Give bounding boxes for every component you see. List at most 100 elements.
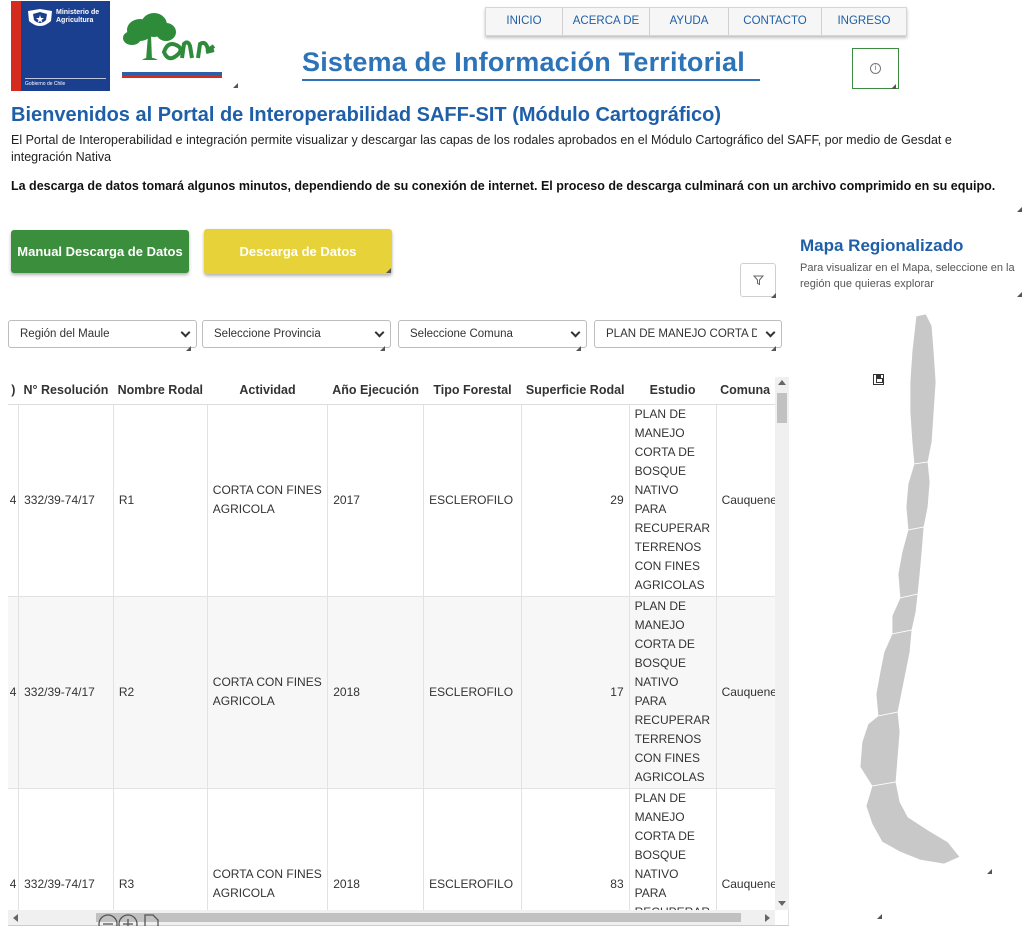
cell-actividad: CORTA CON FINES AGRICOLA bbox=[207, 596, 329, 789]
nav-contacto[interactable]: CONTACTO bbox=[729, 8, 822, 35]
map-region-south[interactable] bbox=[875, 629, 913, 717]
region-select[interactable]: Región del Maule bbox=[8, 320, 197, 348]
cell-anio: 2018 bbox=[327, 788, 425, 925]
table-row[interactable]: 4 332/39-74/17 R2 CORTA CON FINES AGRICO… bbox=[8, 596, 789, 789]
cell-rodal: R3 bbox=[113, 788, 208, 925]
nav-inicio[interactable]: INICIO bbox=[486, 8, 563, 35]
col-header[interactable]: Actividad bbox=[207, 377, 328, 405]
cell-resolucion: 332/39-74/17 bbox=[18, 404, 114, 597]
scroll-down-arrow-icon[interactable] bbox=[778, 901, 786, 906]
site-title: Sistema de Información Territorial bbox=[302, 47, 745, 77]
cell-resolucion: 332/39-74/17 bbox=[18, 788, 114, 925]
scroll-right-arrow-icon[interactable] bbox=[765, 914, 770, 922]
map-region-north[interactable] bbox=[909, 313, 937, 465]
chile-regions-map[interactable] bbox=[848, 312, 988, 882]
top-navigation: INICIO ACERCA DE AYUDA CONTACTO INGRESO bbox=[485, 7, 907, 36]
col-header[interactable]: N° Resolución bbox=[18, 377, 114, 405]
scroll-left-arrow-icon[interactable] bbox=[13, 914, 18, 922]
resize-handle bbox=[386, 268, 391, 273]
cell-actividad: CORTA CON FINES AGRICOLA bbox=[207, 404, 329, 597]
cell-id: 4 bbox=[8, 788, 20, 925]
cell-superficie: 17 bbox=[521, 596, 630, 789]
resize-handle bbox=[877, 914, 882, 919]
plan-select-value: PLAN DE MANEJO CORTA D bbox=[606, 328, 757, 340]
conaf-tree-icon bbox=[123, 13, 216, 61]
filter-button[interactable] bbox=[740, 263, 776, 297]
info-button[interactable]: i bbox=[852, 48, 899, 89]
map-region-aysen[interactable] bbox=[859, 711, 901, 787]
plan-select[interactable]: PLAN DE MANEJO CORTA D bbox=[594, 320, 782, 348]
scroll-thumb[interactable] bbox=[96, 913, 741, 922]
resize-handle bbox=[771, 346, 776, 351]
resize-handle bbox=[987, 869, 992, 874]
title-underline bbox=[302, 79, 760, 81]
nav-ingreso[interactable]: INGRESO bbox=[822, 8, 906, 35]
filter-icon bbox=[753, 275, 764, 286]
comuna-select-value: Seleccione Comuna bbox=[410, 328, 513, 340]
cell-resolucion: 332/39-74/17 bbox=[18, 596, 114, 789]
cell-anio: 2018 bbox=[327, 596, 425, 789]
scroll-thumb[interactable] bbox=[777, 393, 787, 423]
provincia-select-value: Seleccione Provincia bbox=[214, 328, 321, 340]
cell-id: 4 bbox=[8, 596, 20, 789]
download-data-button[interactable]: Descarga de Datos bbox=[204, 229, 392, 274]
save-icon[interactable] bbox=[873, 374, 884, 385]
chevron-down-icon bbox=[374, 327, 385, 338]
info-icon: i bbox=[870, 63, 881, 74]
cell-superficie: 29 bbox=[521, 404, 630, 597]
resize-handle bbox=[1017, 207, 1022, 212]
table-row[interactable]: 4 332/39-74/17 R1 CORTA CON FINES AGRICO… bbox=[8, 404, 789, 597]
cell-actividad: CORTA CON FINES AGRICOLA bbox=[207, 788, 329, 925]
map-region-atacama[interactable] bbox=[905, 461, 931, 531]
col-header[interactable]: Nombre Rodal bbox=[113, 377, 208, 405]
cell-id: 4 bbox=[8, 404, 20, 597]
nav-acerca-de[interactable]: ACERCA DE bbox=[563, 8, 650, 35]
resize-handle bbox=[380, 346, 385, 351]
conaf-logo bbox=[118, 10, 226, 80]
ministry-logo: Ministerio de Agricultura Gobierno de Ch… bbox=[11, 1, 110, 91]
cell-superficie: 83 bbox=[521, 788, 630, 925]
region-select-value: Región del Maule bbox=[20, 328, 110, 340]
cell-estudio: PLAN DE MANEJO CORTA DE BOSQUE NATIVO PA… bbox=[629, 788, 717, 925]
cell-tipo: ESCLEROFILO bbox=[423, 788, 522, 925]
coat-of-arms-icon bbox=[28, 9, 52, 26]
intro-text: El Portal de Interoperabilidad e integra… bbox=[11, 133, 952, 164]
table-row[interactable]: 4 332/39-74/17 R3 CORTA CON FINES AGRICO… bbox=[8, 788, 789, 925]
scroll-up-arrow-icon[interactable] bbox=[778, 380, 786, 385]
provincia-select[interactable]: Seleccione Provincia bbox=[202, 320, 391, 348]
col-header[interactable]: Año Ejecución bbox=[327, 377, 424, 405]
cell-anio: 2017 bbox=[327, 404, 425, 597]
col-header[interactable]: Tipo Forestal bbox=[423, 377, 522, 405]
col-header[interactable]: ) bbox=[8, 377, 19, 405]
resize-handle bbox=[186, 346, 191, 351]
results-grid: ) N° Resolución Nombre Rodal Actividad A… bbox=[8, 377, 789, 925]
nav-ayuda[interactable]: AYUDA bbox=[650, 8, 729, 35]
chevron-down-icon bbox=[570, 327, 581, 338]
manual-download-button[interactable]: Manual Descarga de Datos bbox=[11, 230, 189, 273]
government-label: Gobierno de Chile bbox=[25, 81, 66, 87]
download-note: La descarga de datos tomará algunos minu… bbox=[11, 179, 996, 193]
map-region-magallanes[interactable] bbox=[865, 781, 961, 865]
cell-tipo: ESCLEROFILO bbox=[423, 596, 522, 789]
cell-estudio: PLAN DE MANEJO CORTA DE BOSQUE NATIVO PA… bbox=[629, 404, 717, 597]
map-region-central[interactable] bbox=[897, 526, 925, 599]
resize-handle bbox=[771, 293, 776, 298]
map-region-maule[interactable] bbox=[891, 593, 919, 635]
map-description: Para visualizar en el Mapa, seleccione e… bbox=[800, 262, 1015, 290]
chevron-down-icon bbox=[765, 327, 776, 338]
cell-rodal: R2 bbox=[113, 596, 208, 789]
resize-handle bbox=[891, 84, 896, 89]
map-title: Mapa Regionalizado bbox=[800, 236, 964, 255]
table-vertical-scrollbar[interactable] bbox=[775, 377, 789, 910]
cell-rodal: R1 bbox=[113, 404, 208, 597]
chevron-down-icon bbox=[180, 327, 191, 338]
comuna-select[interactable]: Seleccione Comuna bbox=[398, 320, 587, 348]
cell-estudio: PLAN DE MANEJO CORTA DE BOSQUE NATIVO PA… bbox=[629, 596, 717, 789]
resize-handle bbox=[576, 346, 581, 351]
col-header[interactable]: Superficie Rodal bbox=[521, 377, 630, 405]
cell-tipo: ESCLEROFILO bbox=[423, 404, 522, 597]
col-header[interactable]: Estudio bbox=[629, 377, 717, 405]
resize-handle bbox=[233, 83, 238, 88]
map-zoom-controls[interactable] bbox=[98, 912, 168, 926]
results-table: ) N° Resolución Nombre Rodal Actividad A… bbox=[8, 377, 789, 926]
